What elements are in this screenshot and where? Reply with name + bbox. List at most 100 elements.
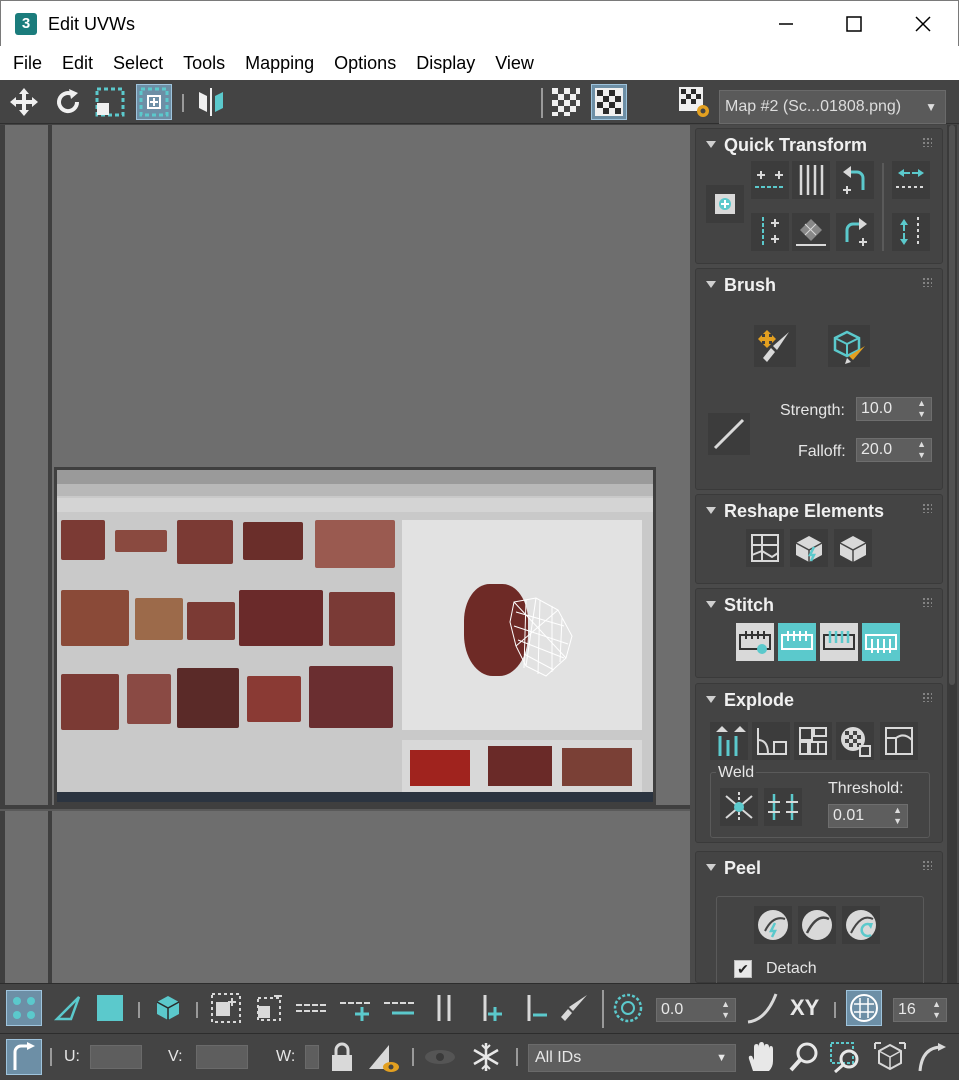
align-vertical-button[interactable] bbox=[751, 213, 789, 251]
xy-axis-toggle[interactable]: XY bbox=[790, 995, 819, 1021]
soft-selection-button[interactable] bbox=[744, 990, 780, 1026]
menu-mapping[interactable]: Mapping bbox=[235, 53, 324, 74]
collapse-triangle-icon[interactable] bbox=[706, 696, 716, 703]
pivot-button[interactable] bbox=[706, 185, 744, 223]
paint-select-button[interactable] bbox=[556, 990, 592, 1026]
w-coordinate-field[interactable] bbox=[305, 1045, 319, 1069]
relax-until-flat-button[interactable] bbox=[790, 529, 828, 567]
hide-selected-button[interactable] bbox=[366, 1039, 402, 1075]
rotate-button[interactable] bbox=[50, 84, 86, 120]
ring-shrink-button[interactable] bbox=[516, 990, 552, 1026]
collapse-triangle-icon[interactable] bbox=[706, 507, 716, 514]
falloff-spinner[interactable]: 20.0 ▲ ▼ bbox=[856, 438, 932, 462]
pan-button[interactable] bbox=[742, 1039, 778, 1075]
grow-selection-button[interactable] bbox=[208, 990, 244, 1026]
quick-transform-title[interactable]: Quick Transform bbox=[724, 135, 867, 156]
maximize-button[interactable] bbox=[820, 1, 888, 47]
show-map-button[interactable] bbox=[591, 84, 627, 120]
edge-mode-button[interactable] bbox=[50, 990, 86, 1026]
weld-selected-button[interactable] bbox=[720, 788, 758, 826]
loop-grow-button[interactable] bbox=[338, 990, 374, 1026]
zoom-selected-button[interactable] bbox=[914, 1039, 950, 1075]
reshape-elements-title[interactable]: Reshape Elements bbox=[724, 501, 884, 522]
unhide-button[interactable] bbox=[422, 1039, 458, 1075]
ring-grow-button[interactable] bbox=[472, 990, 508, 1026]
absolute-offset-toggle[interactable] bbox=[6, 1039, 42, 1075]
spinner-arrows-icon[interactable]: ▲ ▼ bbox=[721, 999, 730, 1021]
grid-size-spinner[interactable]: 16 ▲ ▼ bbox=[893, 998, 947, 1022]
menu-view[interactable]: View bbox=[485, 53, 544, 74]
close-button[interactable] bbox=[889, 1, 957, 47]
minimize-button[interactable] bbox=[752, 1, 820, 47]
spinner-arrows-icon[interactable]: ▲ ▼ bbox=[932, 999, 941, 1021]
detach-checkbox[interactable]: ✔ bbox=[734, 960, 752, 978]
loop-select-button[interactable] bbox=[294, 990, 330, 1026]
spinner-arrows-icon[interactable]: ▲ ▼ bbox=[917, 398, 926, 420]
stitch-to-source-button[interactable] bbox=[862, 623, 900, 661]
rotate-angle-spinner[interactable]: 0.0 ▲ ▼ bbox=[656, 998, 736, 1022]
polygon-mode-button[interactable] bbox=[92, 990, 128, 1026]
stitch-to-target-button[interactable] bbox=[778, 623, 816, 661]
collapse-triangle-icon[interactable] bbox=[706, 141, 716, 148]
grid-snap-button[interactable] bbox=[846, 990, 882, 1026]
zoom-region-button[interactable] bbox=[828, 1039, 864, 1075]
menu-tools[interactable]: Tools bbox=[173, 53, 235, 74]
reset-peel-button[interactable] bbox=[842, 906, 880, 944]
brush-curve-button[interactable] bbox=[708, 413, 750, 455]
lock-selected-button[interactable] bbox=[324, 1039, 360, 1075]
rotate-ccw-button[interactable] bbox=[836, 161, 874, 199]
mirror-button[interactable] bbox=[193, 84, 229, 120]
zoom-button[interactable] bbox=[786, 1039, 822, 1075]
break-button[interactable] bbox=[710, 722, 748, 760]
relax-button[interactable] bbox=[834, 529, 872, 567]
flip-horizontal-button[interactable] bbox=[892, 161, 930, 199]
uv-editor-viewport[interactable] bbox=[0, 125, 690, 983]
flatten-by-smoothing-group-button[interactable] bbox=[880, 722, 918, 760]
panel-scrollbar[interactable] bbox=[947, 125, 957, 983]
element-mode-button[interactable] bbox=[150, 990, 186, 1026]
menu-file[interactable]: File bbox=[3, 53, 52, 74]
checker-pattern-button[interactable] bbox=[548, 84, 584, 120]
stitch-average-button[interactable] bbox=[820, 623, 858, 661]
spinner-arrows-icon[interactable]: ▲ ▼ bbox=[917, 439, 926, 461]
space-horizontal-button[interactable] bbox=[792, 213, 830, 251]
space-vertical-button[interactable] bbox=[792, 161, 830, 199]
scrollbar-thumb[interactable] bbox=[949, 125, 955, 685]
collapse-triangle-icon[interactable] bbox=[706, 601, 716, 608]
menu-edit[interactable]: Edit bbox=[52, 53, 103, 74]
collapse-triangle-icon[interactable] bbox=[706, 864, 716, 871]
collapse-triangle-icon[interactable] bbox=[706, 281, 716, 288]
rotate-cw-button[interactable] bbox=[836, 213, 874, 251]
v-coordinate-field[interactable] bbox=[196, 1045, 248, 1069]
quick-peel-button[interactable] bbox=[754, 906, 792, 944]
flatten-by-material-button[interactable] bbox=[836, 722, 874, 760]
freeze-button[interactable] bbox=[468, 1039, 504, 1075]
brush-title[interactable]: Brush bbox=[724, 275, 776, 296]
material-id-dropdown[interactable]: All IDs ▼ bbox=[528, 1044, 736, 1072]
shrink-selection-button[interactable] bbox=[250, 990, 286, 1026]
menu-options[interactable]: Options bbox=[324, 53, 406, 74]
map-dropdown[interactable]: Map #2 (Sc...01808.png) ▼ bbox=[719, 90, 946, 124]
detach-edge-button[interactable] bbox=[752, 722, 790, 760]
threshold-spinner[interactable]: 0.01 ▲ ▼ bbox=[828, 804, 908, 828]
menu-select[interactable]: Select bbox=[103, 53, 173, 74]
zoom-extents-button[interactable] bbox=[872, 1039, 908, 1075]
spinner-arrows-icon[interactable]: ▲ ▼ bbox=[893, 805, 902, 827]
straighten-selection-button[interactable] bbox=[746, 529, 784, 567]
peel-title[interactable]: Peel bbox=[724, 858, 761, 879]
loop-shrink-button[interactable] bbox=[382, 990, 418, 1026]
paint-move-button[interactable] bbox=[754, 325, 796, 367]
freeform-button[interactable] bbox=[136, 84, 172, 120]
explode-title[interactable]: Explode bbox=[724, 690, 794, 711]
pelt-map-button[interactable] bbox=[798, 906, 836, 944]
u-coordinate-field[interactable] bbox=[90, 1045, 142, 1069]
align-horizontal-button[interactable] bbox=[751, 161, 789, 199]
flip-vertical-button[interactable] bbox=[892, 213, 930, 251]
stitch-title[interactable]: Stitch bbox=[724, 595, 774, 616]
stitch-custom-button[interactable] bbox=[736, 623, 774, 661]
relax-brush-button[interactable] bbox=[828, 325, 870, 367]
texture-settings-button[interactable] bbox=[676, 84, 712, 120]
strength-spinner[interactable]: 10.0 ▲ ▼ bbox=[856, 397, 932, 421]
scale-button[interactable] bbox=[92, 84, 128, 120]
vertex-mode-button[interactable] bbox=[6, 990, 42, 1026]
